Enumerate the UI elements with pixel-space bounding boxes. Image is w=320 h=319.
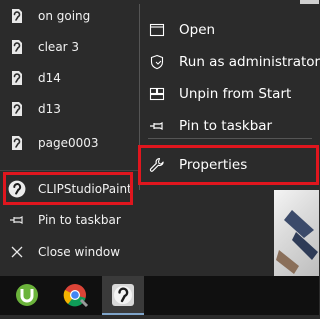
unpin-icon bbox=[149, 87, 165, 101]
window-icon bbox=[149, 23, 165, 37]
clip-studio-file-icon bbox=[12, 102, 22, 116]
close-window-item[interactable]: Close window bbox=[0, 236, 140, 268]
jump-list-item[interactable]: clear 3 bbox=[0, 31, 140, 63]
pin-to-taskbar-item[interactable]: Pin to taskbar bbox=[0, 204, 140, 236]
jump-list-item-label: page0003 bbox=[38, 136, 99, 150]
highlight-box bbox=[3, 172, 133, 205]
jump-list-item-label: d14 bbox=[38, 71, 61, 85]
background-art bbox=[276, 210, 318, 274]
jump-list-item-label: clear 3 bbox=[38, 40, 80, 54]
close-window-label: Close window bbox=[38, 245, 121, 259]
pin-to-taskbar-label: Pin to taskbar bbox=[38, 213, 121, 227]
taskbar-app-utorrent[interactable] bbox=[6, 276, 48, 315]
pin-icon bbox=[150, 122, 163, 130]
clip-studio-file-icon bbox=[12, 136, 22, 150]
chrome-icon bbox=[63, 284, 89, 308]
clip-studio-paint-icon bbox=[112, 284, 134, 306]
menu-item-label: Unpin from Start bbox=[179, 86, 292, 102]
highlight-box bbox=[138, 145, 319, 185]
pin-icon bbox=[10, 216, 23, 224]
menu-item-open[interactable]: Open bbox=[140, 14, 320, 46]
clip-studio-file-icon bbox=[12, 71, 22, 85]
menu-item-unpin-from-start[interactable]: Unpin from Start bbox=[140, 78, 320, 110]
jump-list: on going clear 3 d14 d13 page0003 CLIPSt… bbox=[0, 0, 140, 276]
jump-list-item[interactable]: d13 bbox=[0, 93, 140, 125]
jump-list-item-label: on going bbox=[38, 9, 91, 23]
jump-list-item[interactable]: d14 bbox=[0, 62, 140, 94]
clip-studio-file-icon bbox=[12, 40, 22, 54]
menu-item-label: Run as administrator bbox=[179, 54, 320, 70]
jump-list-item[interactable]: page0003 bbox=[0, 127, 140, 159]
shield-icon bbox=[150, 54, 164, 70]
clip-studio-file-icon bbox=[12, 9, 22, 23]
jump-list-item-label: d13 bbox=[38, 102, 61, 116]
taskbar-app-clip-studio-paint[interactable] bbox=[102, 276, 144, 315]
desktop-background bbox=[274, 190, 319, 276]
menu-item-run-as-administrator[interactable]: Run as administrator bbox=[140, 46, 320, 78]
utorrent-icon bbox=[16, 284, 38, 306]
taskbar-app-chrome[interactable] bbox=[54, 276, 96, 315]
divider bbox=[0, 170, 140, 171]
jump-list-item[interactable]: on going bbox=[0, 0, 140, 32]
menu-item-label: Open bbox=[179, 22, 216, 38]
menu-separator bbox=[148, 138, 312, 139]
close-icon bbox=[11, 246, 23, 258]
taskbar bbox=[0, 276, 319, 315]
